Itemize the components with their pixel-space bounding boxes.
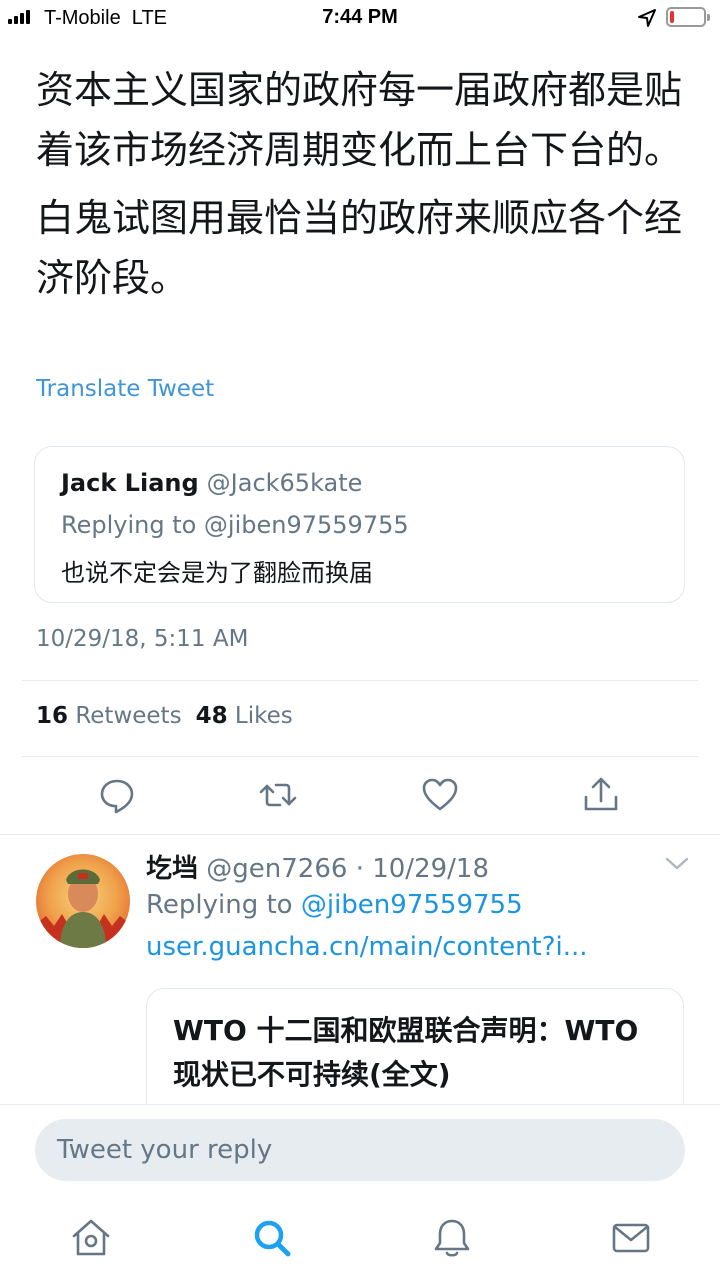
retweets-stat[interactable]: 16 Retweets: [36, 703, 182, 729]
translate-tweet-link[interactable]: Translate Tweet: [36, 376, 214, 402]
quoted-tweet-text: 也说不定会是为了翻脸而换届: [61, 559, 373, 587]
tweet-reply-input[interactable]: Tweet your reply: [35, 1119, 685, 1181]
retweets-label: Retweets: [75, 703, 182, 729]
reply-url-link[interactable]: user.guancha.cn/main/content?i...: [146, 932, 588, 962]
notifications-icon[interactable]: [430, 1216, 474, 1260]
home-icon[interactable]: [69, 1216, 113, 1260]
reply-header: 圪垱 @gen7266 · 10/29/18: [146, 848, 489, 885]
status-bar: T-Mobile LTE 7:44 PM: [0, 0, 720, 36]
avatar[interactable]: [36, 854, 130, 948]
tweet-paragraph: 资本主义国家的政府每一届政府都是贴着该市场经济周期变化而上台下台的。: [36, 68, 683, 172]
quoted-tweet[interactable]: Jack Liang @Jack65kate Replying to @jiben…: [34, 446, 685, 603]
replying-to-handle-link[interactable]: @jiben97559755: [301, 890, 523, 920]
tweet-paragraph: 白鬼试图用最恰当的政府来顺应各个经济阶段。: [36, 196, 683, 300]
quoted-author-name: Jack Liang: [61, 469, 199, 497]
speech-bubble-icon[interactable]: [97, 775, 137, 815]
retweets-count: 16: [36, 703, 69, 729]
quoted-author-handle: @Jack65kate: [206, 469, 363, 497]
tweet-stats: 16 Retweets 48 Likes: [36, 703, 293, 729]
clock: 7:44 PM: [322, 6, 398, 28]
likes-count: 48: [195, 703, 228, 729]
divider: [22, 756, 698, 757]
reply-author-meta: @gen7266 · 10/29/18: [206, 854, 489, 884]
divider: [22, 680, 698, 681]
tweet-body: 资本主义国家的政府每一届政府都是贴着该市场经济周期变化而上台下台的。 白鬼试图用…: [36, 60, 686, 308]
battery-icon: [666, 7, 710, 27]
reply-author-name[interactable]: 圪垱: [146, 854, 198, 884]
card-title: WTO 十二国和欧盟联合声明：WTO现状已不可持续(全文): [173, 1014, 639, 1091]
search-icon[interactable]: [250, 1216, 294, 1260]
retweet-icon[interactable]: [258, 775, 298, 815]
quoted-tweet-header: Jack Liang @Jack65kate: [61, 469, 362, 497]
location-arrow-icon: [638, 9, 656, 27]
replying-to-prefix: Replying to: [146, 890, 301, 920]
chevron-down-icon[interactable]: [664, 855, 690, 873]
reply-replying-to: Replying to @jiben97559755: [146, 890, 523, 920]
likes-stat[interactable]: 48 Likes: [196, 703, 293, 729]
likes-label: Likes: [234, 703, 293, 729]
divider: [0, 834, 720, 835]
heart-icon[interactable]: [420, 775, 460, 815]
quoted-replying-to: Replying to @jiben97559755: [61, 511, 409, 539]
share-icon[interactable]: [581, 775, 621, 815]
tweet-timestamp: 10/29/18, 5:11 AM: [36, 626, 249, 652]
messages-icon[interactable]: [609, 1216, 653, 1260]
